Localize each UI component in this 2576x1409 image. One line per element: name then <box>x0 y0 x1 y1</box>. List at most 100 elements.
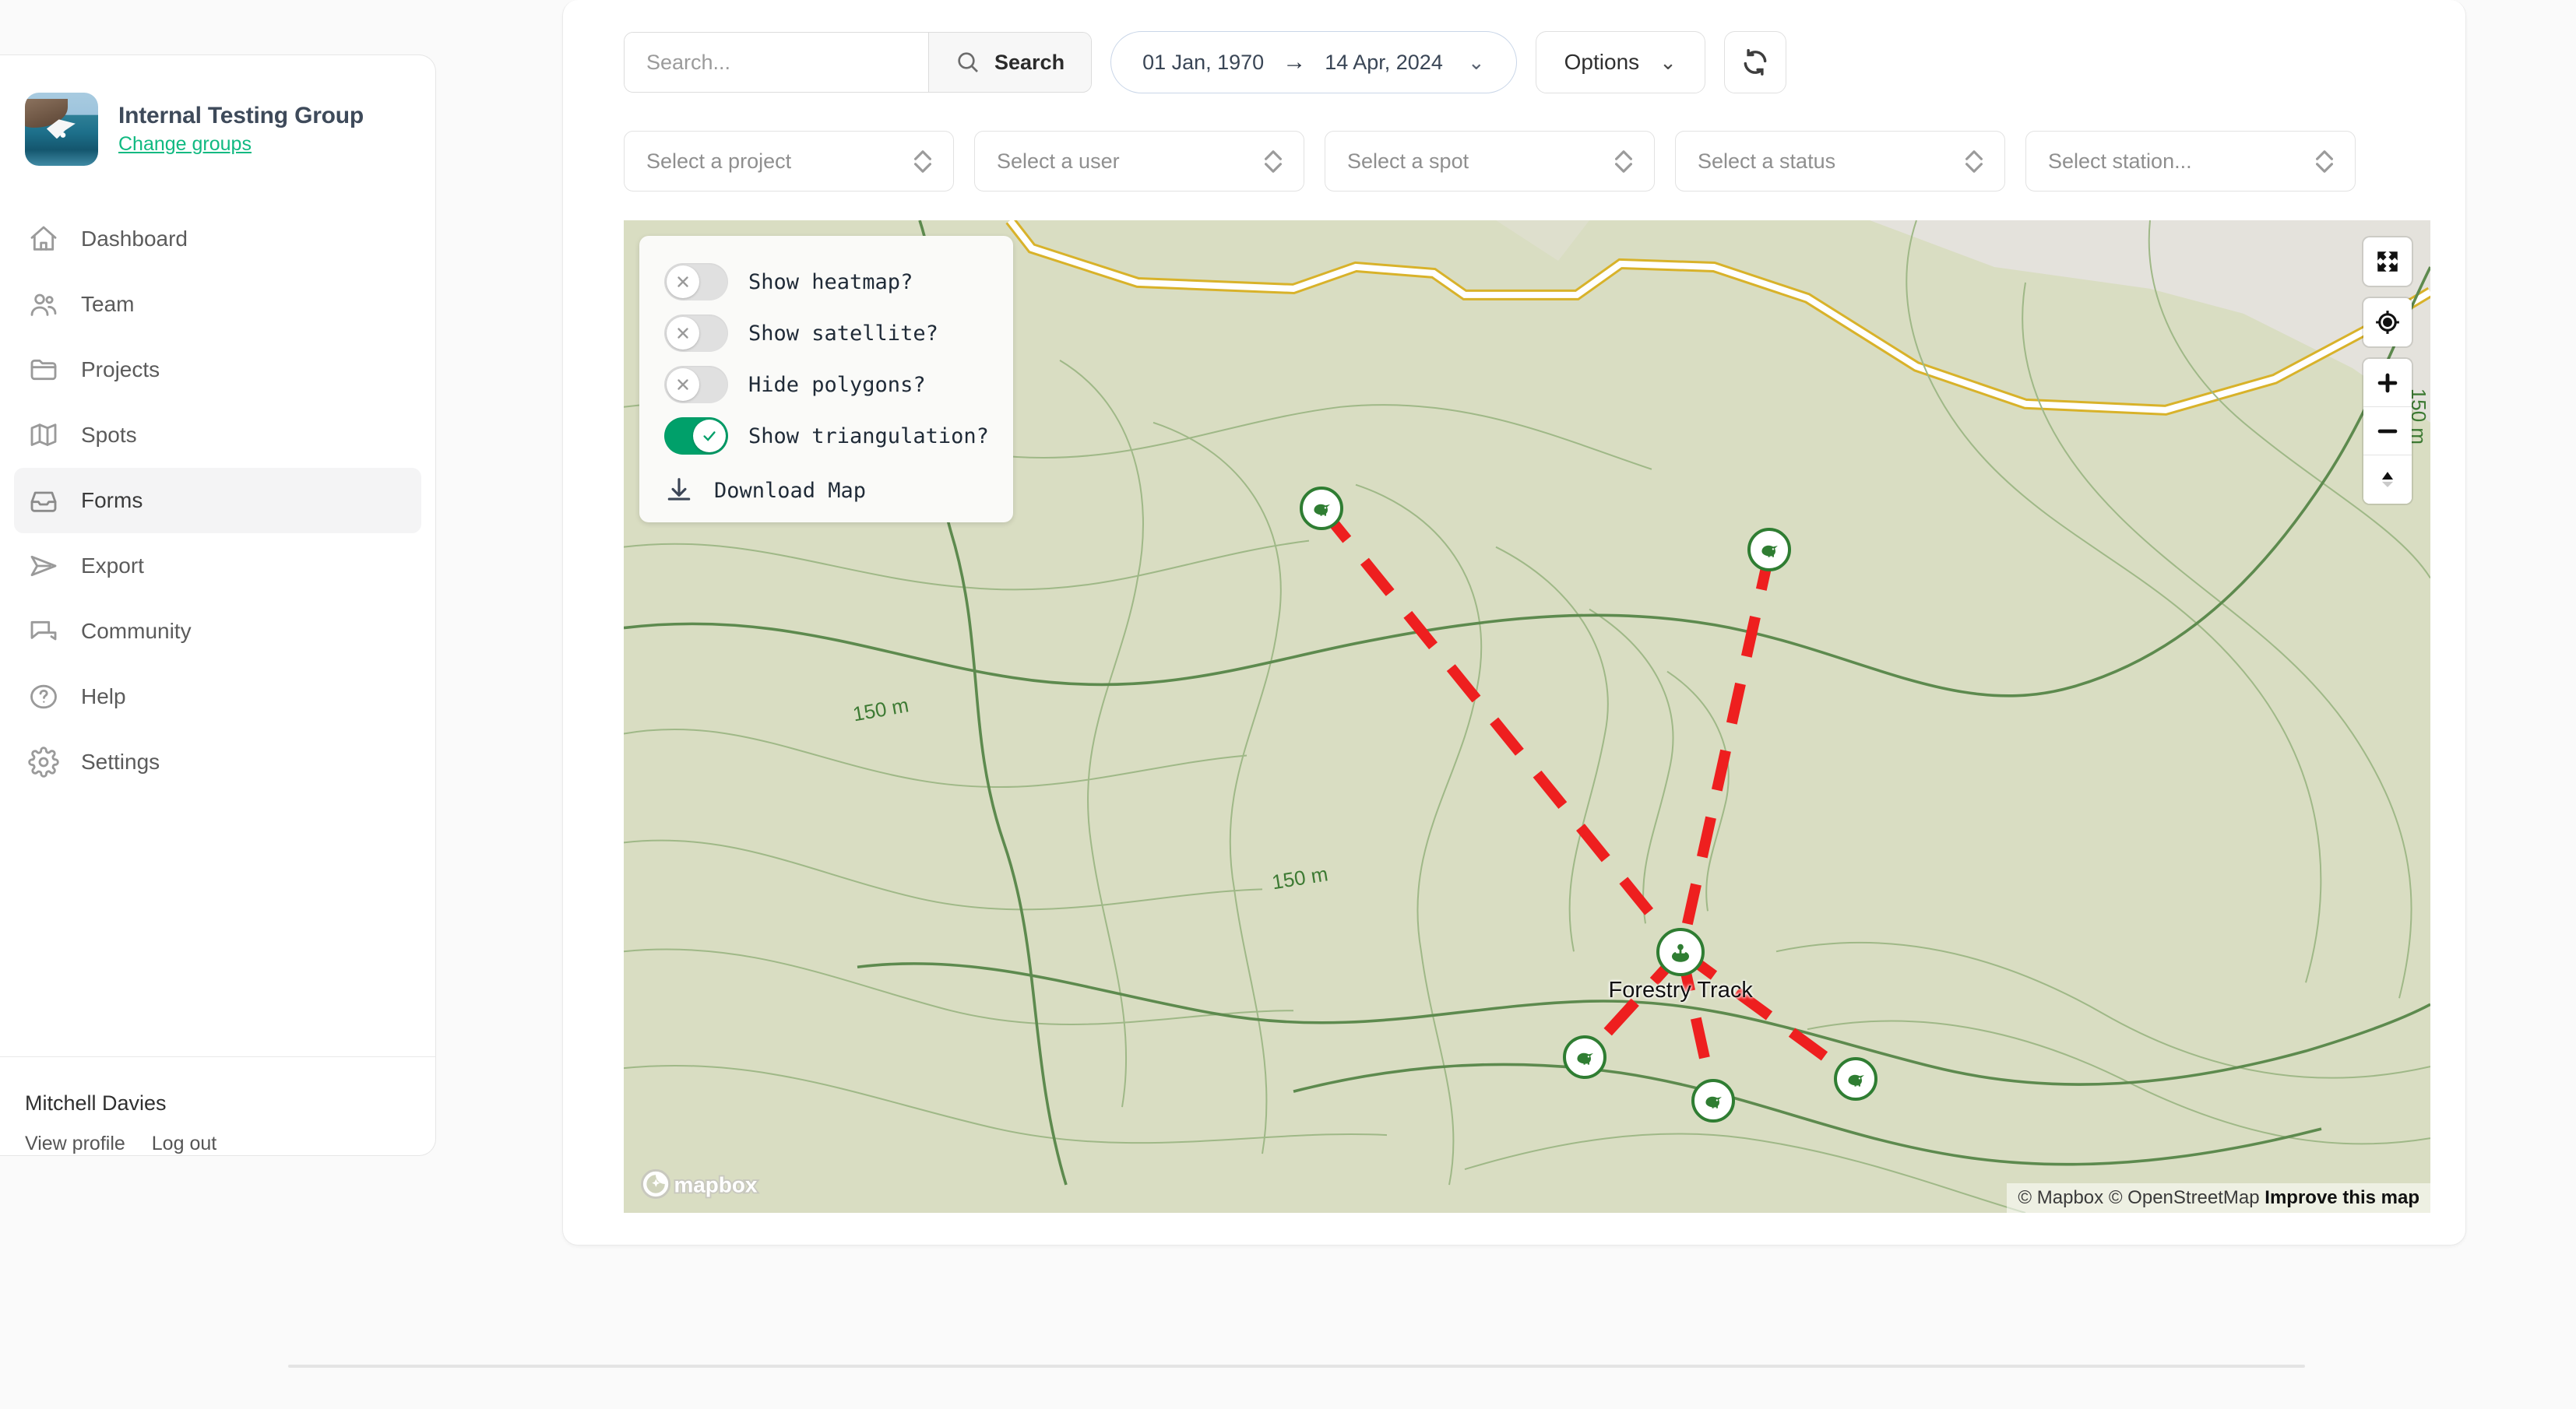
select-project[interactable]: Select a project <box>624 131 954 191</box>
select-user-value: Select a user <box>997 149 1120 173</box>
sidebar-item-spots[interactable]: Spots <box>14 402 421 468</box>
plus-icon <box>2377 373 2398 392</box>
sidebar: Internal Testing Group Change groups Das… <box>0 54 436 1156</box>
minus-icon <box>2377 429 2398 433</box>
station-pin-icon <box>1672 943 1690 962</box>
close-icon <box>677 379 688 390</box>
sidebar-item-label: Help <box>81 684 126 708</box>
toggle-switch[interactable] <box>664 263 728 300</box>
search-icon <box>958 52 978 72</box>
refresh-button[interactable] <box>1723 31 1786 93</box>
user-links: View profile Log out <box>25 1133 410 1155</box>
sidebar-item-dashboard[interactable]: Dashboard <box>14 206 421 272</box>
options-button[interactable]: Options ⌄ <box>1535 31 1705 93</box>
map-layer-panel: Show heatmap? Show satellite? Hide polyg… <box>639 236 1013 522</box>
toggle-show-heatmap[interactable]: Show heatmap? <box>639 256 1013 307</box>
chevron-updown-icon <box>1615 149 1632 173</box>
compass-icon <box>2381 472 2394 487</box>
select-spot[interactable]: Select a spot <box>1325 131 1655 191</box>
sidebar-nav: Dashboard Team Projects Spots Forms Expo… <box>0 206 435 795</box>
compass-button[interactable] <box>2363 455 2412 504</box>
kiwi-marker[interactable] <box>1834 1056 1878 1101</box>
kiwi-marker[interactable] <box>1691 1078 1735 1123</box>
folder-icon <box>28 354 59 385</box>
toggle-hide-polygons[interactable]: Hide polygons? <box>639 359 1013 410</box>
change-groups-link[interactable]: Change groups <box>118 133 364 156</box>
fullscreen-icon <box>2377 251 2398 272</box>
group-meta: Internal Testing Group Change groups <box>118 103 364 156</box>
svg-text:150 m: 150 m <box>1270 862 1329 894</box>
date-range-picker[interactable]: 01 Jan, 1970 → 14 Apr, 2024 ⌄ <box>1110 31 1517 93</box>
toggle-knob <box>667 368 699 401</box>
sidebar-item-help[interactable]: Help <box>14 664 421 729</box>
kiwi-marker[interactable] <box>1747 528 1791 572</box>
toggle-switch[interactable] <box>664 366 728 403</box>
sidebar-item-forms[interactable]: Forms <box>14 468 421 533</box>
search-button[interactable]: Search <box>928 33 1092 92</box>
sidebar-item-label: Forms <box>81 488 143 512</box>
station-marker[interactable] <box>1656 927 1705 976</box>
view-profile-link[interactable]: View profile <box>25 1133 125 1155</box>
sidebar-item-label: Team <box>81 292 135 316</box>
sidebar-item-label: Dashboard <box>81 227 188 251</box>
close-icon <box>677 276 688 287</box>
zoom-out-button[interactable] <box>2363 407 2412 455</box>
log-out-link[interactable]: Log out <box>152 1133 216 1155</box>
map-icon <box>28 420 59 451</box>
map-canvas[interactable]: 150 m 150 m 150 m Show heatmap? Show sat… <box>624 220 2430 1213</box>
search-input[interactable] <box>625 33 928 92</box>
toggle-knob <box>667 317 699 350</box>
sidebar-item-community[interactable]: Community <box>14 599 421 664</box>
toggle-knob <box>667 265 699 298</box>
fullscreen-button[interactable] <box>2363 237 2412 286</box>
sidebar-item-label: Community <box>81 619 192 643</box>
sidebar-item-label: Export <box>81 553 144 578</box>
check-icon <box>703 431 716 441</box>
download-icon <box>667 478 691 501</box>
select-user[interactable]: Select a user <box>974 131 1304 191</box>
send-icon <box>28 550 59 582</box>
toggle-show-satellite[interactable]: Show satellite? <box>639 307 1013 359</box>
gear-icon <box>28 747 59 778</box>
main-card: Search 01 Jan, 1970 → 14 Apr, 2024 ⌄ Opt… <box>562 0 2466 1246</box>
toggle-label: Show triangulation? <box>748 423 989 448</box>
attribution-text: © Mapbox © OpenStreetMap <box>2018 1187 2260 1208</box>
options-label: Options <box>1564 50 1640 74</box>
select-status[interactable]: Select a status <box>1675 131 2005 191</box>
home-icon <box>28 223 59 255</box>
zoom-in-button[interactable] <box>2363 359 2412 407</box>
toggle-switch[interactable] <box>664 314 728 352</box>
sidebar-item-settings[interactable]: Settings <box>14 729 421 795</box>
select-station-value: Select station... <box>2048 149 2192 173</box>
chevron-updown-icon <box>2316 149 2333 173</box>
svg-text:mapbox: mapbox <box>674 1172 758 1196</box>
users-icon <box>28 289 59 320</box>
toggle-switch[interactable] <box>664 417 728 455</box>
select-station[interactable]: Select station... <box>2025 131 2356 191</box>
group-name: Internal Testing Group <box>118 103 364 128</box>
kiwi-icon <box>1313 504 1330 516</box>
map-controls <box>2363 237 2412 504</box>
kiwi-marker[interactable] <box>1299 486 1343 530</box>
chevron-updown-icon <box>1965 149 1983 173</box>
toggle-label: Hide polygons? <box>748 372 926 397</box>
group-avatar <box>25 93 98 166</box>
toggle-knob <box>693 420 726 452</box>
geolocate-button[interactable] <box>2363 298 2412 346</box>
toggle-label: Show satellite? <box>748 321 938 346</box>
download-map-label: Download Map <box>714 478 867 503</box>
sidebar-item-export[interactable]: Export <box>14 533 421 599</box>
download-map-button[interactable]: Download Map <box>639 462 1013 505</box>
mapbox-logo[interactable]: mapbox <box>641 1168 778 1200</box>
toggle-show-triangulation[interactable]: Show triangulation? <box>639 410 1013 462</box>
kiwi-icon <box>1761 545 1778 557</box>
sidebar-item-team[interactable]: Team <box>14 272 421 337</box>
sidebar-item-label: Spots <box>81 423 137 447</box>
map-attribution: © Mapbox © OpenStreetMap Improve this ma… <box>2007 1183 2430 1213</box>
kiwi-icon <box>1705 1096 1722 1109</box>
select-project-value: Select a project <box>646 149 792 173</box>
search-group: Search <box>624 32 1093 93</box>
sidebar-item-projects[interactable]: Projects <box>14 337 421 402</box>
kiwi-marker[interactable] <box>1563 1035 1607 1079</box>
improve-map-link[interactable]: Improve this map <box>2265 1187 2419 1208</box>
